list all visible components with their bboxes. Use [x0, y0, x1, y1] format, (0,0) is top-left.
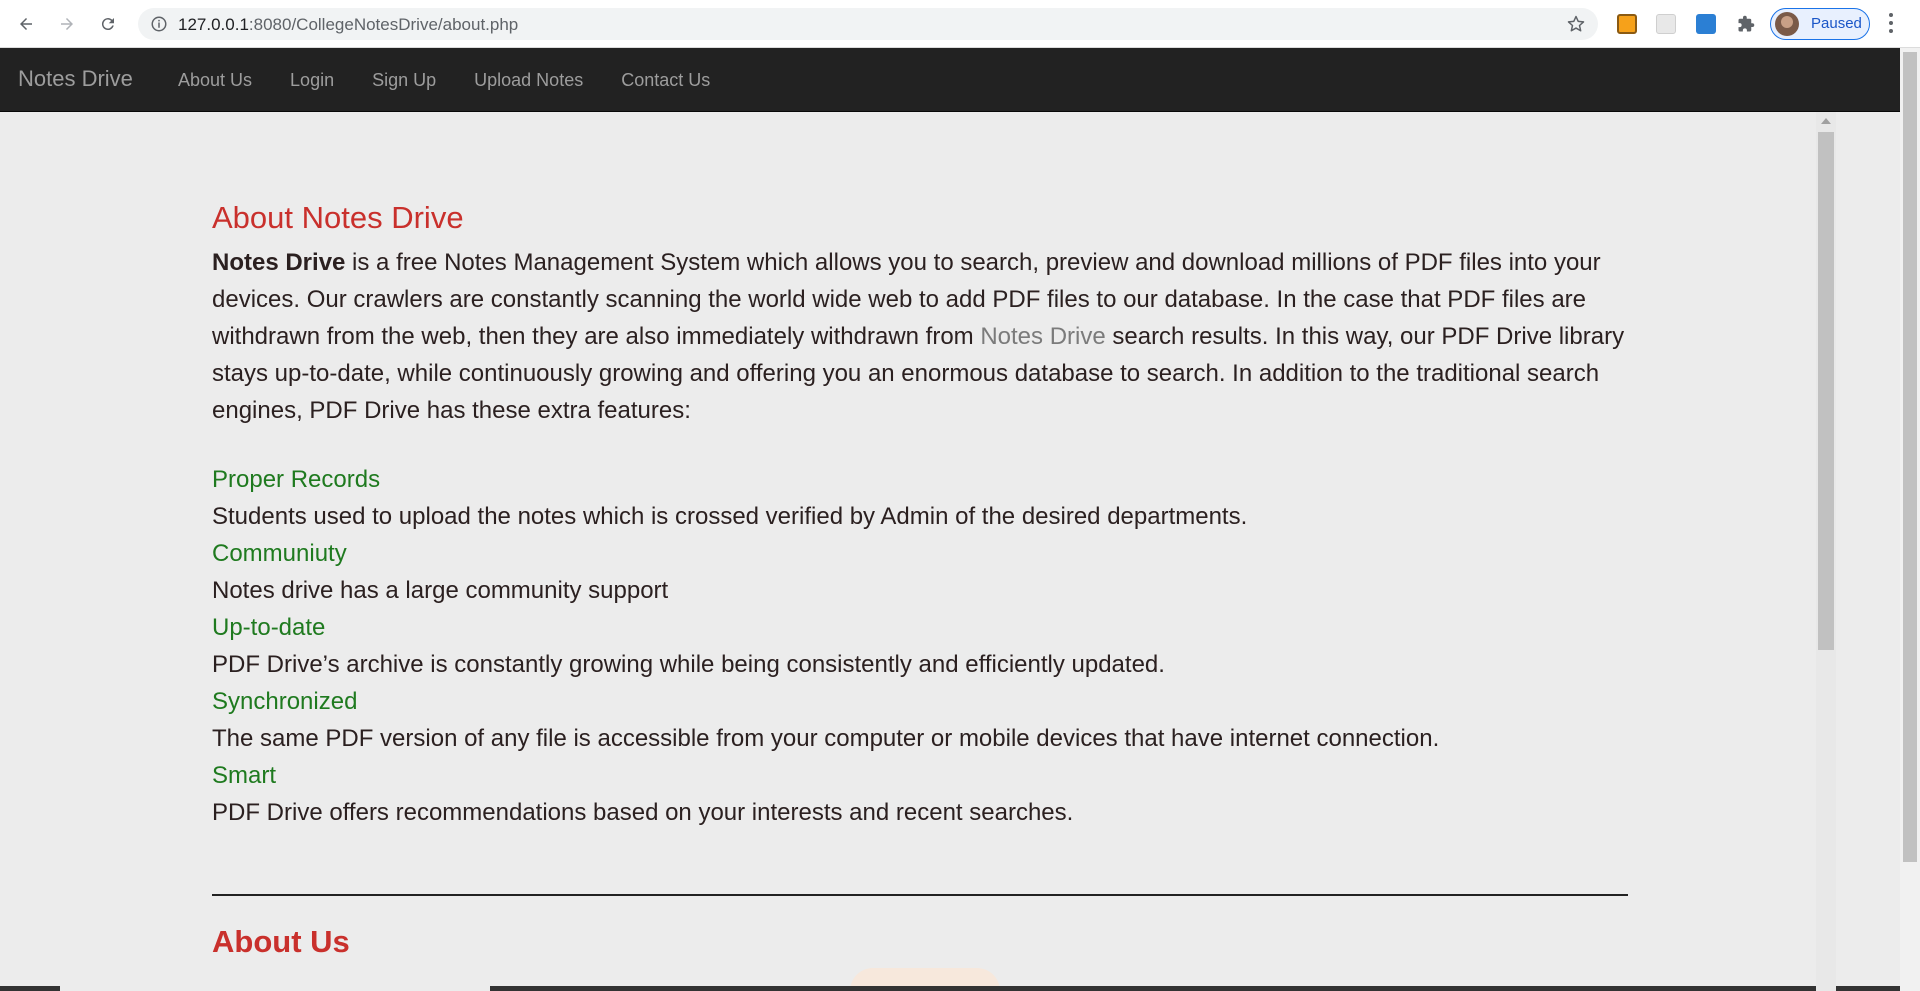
bottom-edge-strip	[490, 986, 1900, 991]
nav-links: About Us Login Sign Up Upload Notes Cont…	[159, 48, 729, 112]
address-bar[interactable]: 127.0.0.1:8080/CollegeNotesDrive/about.p…	[138, 8, 1598, 40]
profile-status-label: Paused	[1811, 15, 1862, 32]
nav-login[interactable]: Login	[271, 48, 353, 112]
nav-sign-up[interactable]: Sign Up	[353, 48, 455, 112]
feature-desc: PDF Drive offers recommendations based o…	[212, 799, 1074, 826]
site-navbar: Notes Drive About Us Login Sign Up Uploa…	[0, 48, 1900, 112]
profile-button[interactable]: Paused	[1770, 8, 1870, 40]
extension-p-icon[interactable]	[1696, 14, 1716, 34]
nav-about-us[interactable]: About Us	[159, 48, 271, 112]
feature-title: Up-to-date	[212, 614, 326, 641]
browser-menu-icon[interactable]	[1888, 13, 1894, 35]
nav-contact-us[interactable]: Contact Us	[602, 48, 729, 112]
bottom-edge-strip	[0, 986, 60, 991]
feature-desc: The same PDF version of any file is acce…	[212, 725, 1440, 752]
feature-title: Smart	[212, 762, 277, 789]
avatar	[1775, 12, 1799, 36]
feature-desc: Students used to upload the notes which …	[212, 503, 1248, 530]
content-scrollbar-thumb[interactable]	[1818, 132, 1834, 650]
nav-upload-notes[interactable]: Upload Notes	[455, 48, 602, 112]
back-arrow-icon[interactable]	[12, 10, 40, 38]
about-heading: About Notes Drive	[212, 200, 464, 235]
section-divider	[212, 894, 1628, 896]
feature-title: Synchronized	[212, 688, 358, 715]
page-scrollbar[interactable]	[1900, 48, 1920, 991]
url-text[interactable]: 127.0.0.1:8080/CollegeNotesDrive/about.p…	[178, 15, 518, 35]
feature-title: Proper Records	[212, 466, 381, 493]
feature-desc: Notes drive has a large community suppor…	[212, 577, 669, 604]
reload-icon[interactable]	[94, 10, 122, 38]
scroll-up-arrow-icon[interactable]	[1821, 118, 1831, 124]
extension-award-icon[interactable]	[1617, 14, 1637, 34]
intro-brand-link[interactable]: Notes Drive	[980, 323, 1105, 350]
intro-bold-brand: Notes Drive	[212, 249, 346, 276]
content-scrollbar[interactable]	[1816, 112, 1836, 991]
info-icon[interactable]	[150, 15, 168, 33]
feature-desc: PDF Drive’s archive is constantly growin…	[212, 651, 1165, 678]
url-host: 127.0.0.1	[178, 15, 249, 34]
browser-toolbar: 127.0.0.1:8080/CollegeNotesDrive/about.p…	[0, 0, 1920, 48]
page-scrollbar-thumb[interactable]	[1903, 52, 1917, 862]
about-us-heading: About Us	[212, 924, 350, 959]
url-path: :8080/CollegeNotesDrive/about.php	[248, 15, 519, 34]
feature-title: Communiuty	[212, 540, 347, 567]
extension-grey-icon[interactable]	[1656, 14, 1676, 34]
star-icon[interactable]	[1566, 14, 1586, 34]
brand-link[interactable]: Notes Drive	[18, 66, 133, 92]
forward-arrow-icon[interactable]	[53, 10, 81, 38]
about-intro: Notes Drive is a free Notes Management S…	[212, 244, 1630, 429]
puzzle-icon[interactable]	[1732, 10, 1760, 38]
